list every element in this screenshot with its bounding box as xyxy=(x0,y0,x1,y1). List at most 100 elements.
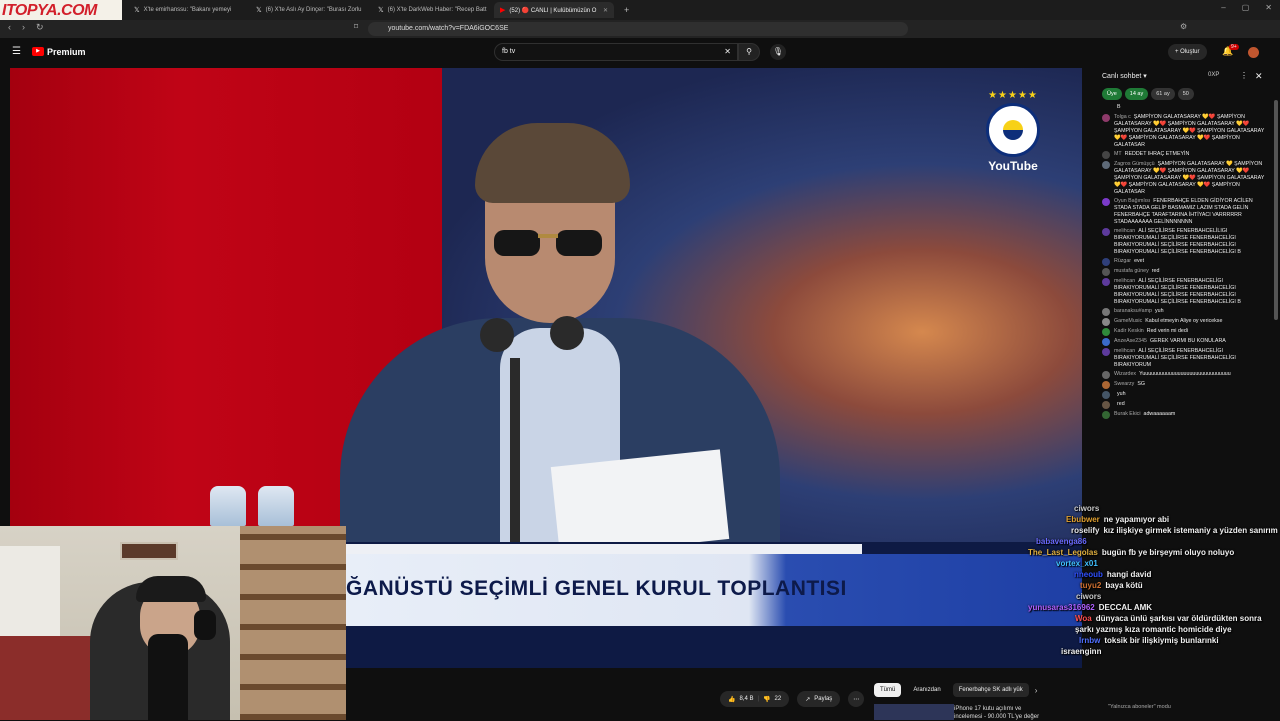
lower-third-strip xyxy=(342,544,862,554)
overlay-line: Irnbw toksik bir ilişkiymiş bunlarınki xyxy=(1079,636,1219,645)
overlay-line: Ebubwer ne yapamıyor abi xyxy=(1066,515,1170,524)
club-crest-icon xyxy=(986,103,1040,157)
voice-search-icon[interactable]: 🎙 xyxy=(770,44,786,60)
member-badge[interactable]: Üye xyxy=(1102,88,1122,100)
avatar xyxy=(1102,151,1110,159)
avatar xyxy=(1102,371,1110,379)
chat-message: red xyxy=(1102,401,1266,409)
tab-1[interactable]: 𝕏 (6) X'te Aslı Ay Dinçer: "Burası Zorlu xyxy=(250,2,368,18)
member-badge[interactable]: 50 xyxy=(1177,88,1194,100)
chat-message: AnzeAse2345 GEREK VARMI BU KONULARA xyxy=(1102,338,1266,346)
thumbs-up-icon: 👍 xyxy=(728,696,736,703)
close-window-icon[interactable]: ✕ xyxy=(1265,3,1272,12)
close-chat-icon[interactable]: ✕ xyxy=(1255,71,1263,82)
new-tab-button[interactable]: + xyxy=(618,2,632,18)
youtube-logo-icon[interactable]: ▶ xyxy=(32,47,44,56)
avatar xyxy=(1102,161,1110,169)
tab-0[interactable]: 𝕏 X'te emirhanssu: "Bakanı yemeyi xyxy=(128,2,246,18)
overlay-user: Woa xyxy=(1075,614,1092,623)
browser-tab-bar: ITOPYA.COM 𝕏 X'te emirhanssu: "Bakanı yem… xyxy=(0,0,1280,22)
bookshelf xyxy=(240,526,346,720)
overlay-user: ciwors xyxy=(1076,592,1102,601)
avatar xyxy=(1102,114,1110,122)
chat-message: Burak Ekici adwaaaaaam xyxy=(1102,411,1266,419)
notification-count-badge: 9+ xyxy=(1229,44,1239,50)
microphone-stand xyxy=(510,358,520,558)
chat-message: Tolga c ŞAMPİYON GALATASARAY 💛❤️ ŞAMPİYON… xyxy=(1102,114,1266,149)
club-logo: ★★★★★ YouTube xyxy=(978,90,1048,180)
tab-2[interactable]: 𝕏 (6) X'te DarkWeb Haber: "Recep Batt xyxy=(372,2,490,18)
like-button[interactable]: 👍 8,4 B | 👎 22 xyxy=(720,691,790,707)
menu-icon[interactable]: ☰ xyxy=(12,46,21,57)
chat-message: Zagros Gümüşçü ŞAMPİYON GALATASARAY 💛 ŞAM… xyxy=(1102,161,1266,196)
chat-title[interactable]: Canlı sohbet ▾ xyxy=(1102,72,1147,80)
overlay-line: ciwors xyxy=(1012,503,1280,514)
chip-from-channel[interactable]: Aranızdan xyxy=(907,683,946,697)
chip-all[interactable]: Tümü xyxy=(874,683,902,697)
chat-message: Kadir Keskin Red verin mi dedi xyxy=(1102,328,1266,336)
avatar xyxy=(1102,318,1110,326)
avatar xyxy=(1102,391,1110,399)
chat-more-icon[interactable]: ⋮ xyxy=(1240,71,1248,80)
back-icon[interactable]: ‹ xyxy=(8,22,11,32)
chat-message: GameMusic Kabul etmeyin Aliye oy vericeks… xyxy=(1102,318,1266,326)
create-button[interactable]: + Oluştur xyxy=(1168,44,1207,60)
overlay-user: yunusaras316962 xyxy=(1028,603,1095,612)
recommended-thumbnail[interactable] xyxy=(874,704,954,720)
maximize-icon[interactable]: ▢ xyxy=(1242,3,1250,12)
search-icon[interactable]: ⚲ xyxy=(738,43,760,61)
overlay-user: nneoub xyxy=(1074,570,1103,579)
share-button[interactable]: ↗ Paylaş xyxy=(797,691,841,707)
overlay-line: Woa dünyaca ünlü şarkısı var öldürdükten … xyxy=(1075,614,1262,634)
thumbs-down-icon[interactable]: 👎 xyxy=(763,696,770,703)
avatar xyxy=(1102,258,1110,266)
url-field[interactable]: youtube.com/watch?v=FDA6iGOC6SE xyxy=(368,22,908,36)
more-actions-button[interactable]: ⋯ xyxy=(848,691,865,707)
overlay-line: yunusaras316962 DECCAL AMK xyxy=(1028,603,1153,612)
chat-message: mustafa güney red xyxy=(1102,268,1266,276)
forward-icon[interactable]: › xyxy=(22,22,25,32)
close-tab-icon[interactable]: ✕ xyxy=(603,7,608,14)
bookmark-icon[interactable]: ⌑ xyxy=(354,22,358,31)
overlay-line: israenginn xyxy=(1061,647,1102,656)
chat-message: yuh xyxy=(1102,391,1266,399)
chat-points-badge: 0XP xyxy=(1208,72,1220,78)
youtube-watermark: YouTube xyxy=(988,159,1038,173)
avatar xyxy=(1102,308,1110,316)
chat-scrollbar[interactable] xyxy=(1274,100,1278,320)
youtube-premium-logo: Premium xyxy=(47,47,86,57)
overlay-user: tuyu2 xyxy=(1080,581,1102,590)
overlay-user: babavenga86 xyxy=(1036,537,1087,546)
extensions-icon[interactable]: ⚙ xyxy=(1180,22,1187,31)
avatar xyxy=(1102,338,1110,346)
clear-search-icon[interactable]: ✕ xyxy=(724,44,731,60)
search-input[interactable]: fb tv ✕ xyxy=(494,43,738,61)
chat-message: Oyun Bağımlısı FENERBAHÇE ELDEN GİDİYOR A… xyxy=(1102,198,1266,226)
video-actions: 👍 8,4 B | 👎 22 ↗ Paylaş ⋯ xyxy=(720,690,865,708)
overlay-line: vortex_x01 xyxy=(1012,558,1280,569)
member-badges: Üye 14 ay 61 ay 50 xyxy=(1102,88,1194,100)
overlay-line: tuyu2 baya kötü xyxy=(1080,581,1143,590)
youtube-favicon-icon: ▶ xyxy=(500,7,506,14)
chat-message: Rüzgar evet xyxy=(1102,258,1266,266)
member-badge[interactable]: 14 ay xyxy=(1124,88,1149,100)
sunglasses-icon xyxy=(494,230,602,256)
avatar xyxy=(1102,198,1110,206)
overlay-line: The_Last_Legolas bugün fb ye birşeymi olu… xyxy=(1028,548,1235,557)
avatar xyxy=(1102,278,1110,286)
chat-message: MT REDDET IHRAÇ ETMEYİN xyxy=(1102,151,1266,159)
overlay-user: The_Last_Legolas xyxy=(1028,548,1098,557)
overlay-user: Irnbw xyxy=(1079,636,1101,645)
banner-title: ĞANÜSTÜ SEÇİMLİ GENEL KURUL TOPLANTISI xyxy=(346,577,847,600)
avatar xyxy=(1102,381,1110,389)
reload-icon[interactable]: ↻ xyxy=(36,22,44,33)
avatar[interactable] xyxy=(1248,47,1259,58)
speech-paper xyxy=(550,449,730,557)
wall-picture xyxy=(120,542,178,560)
overlay-line: roselify kız ilişkiye girmek istemaniy a … xyxy=(1071,526,1278,535)
tab-3-active[interactable]: ▶ (52) 🔴 CANLI | Kulübümüzün O ✕ xyxy=(494,2,614,18)
overlay-line: babavenga86 xyxy=(1012,536,1280,547)
member-badge[interactable]: 61 ay xyxy=(1151,88,1175,100)
minimize-icon[interactable]: – xyxy=(1221,3,1225,12)
itopya-watermark: ITOPYA.COM xyxy=(0,0,122,22)
